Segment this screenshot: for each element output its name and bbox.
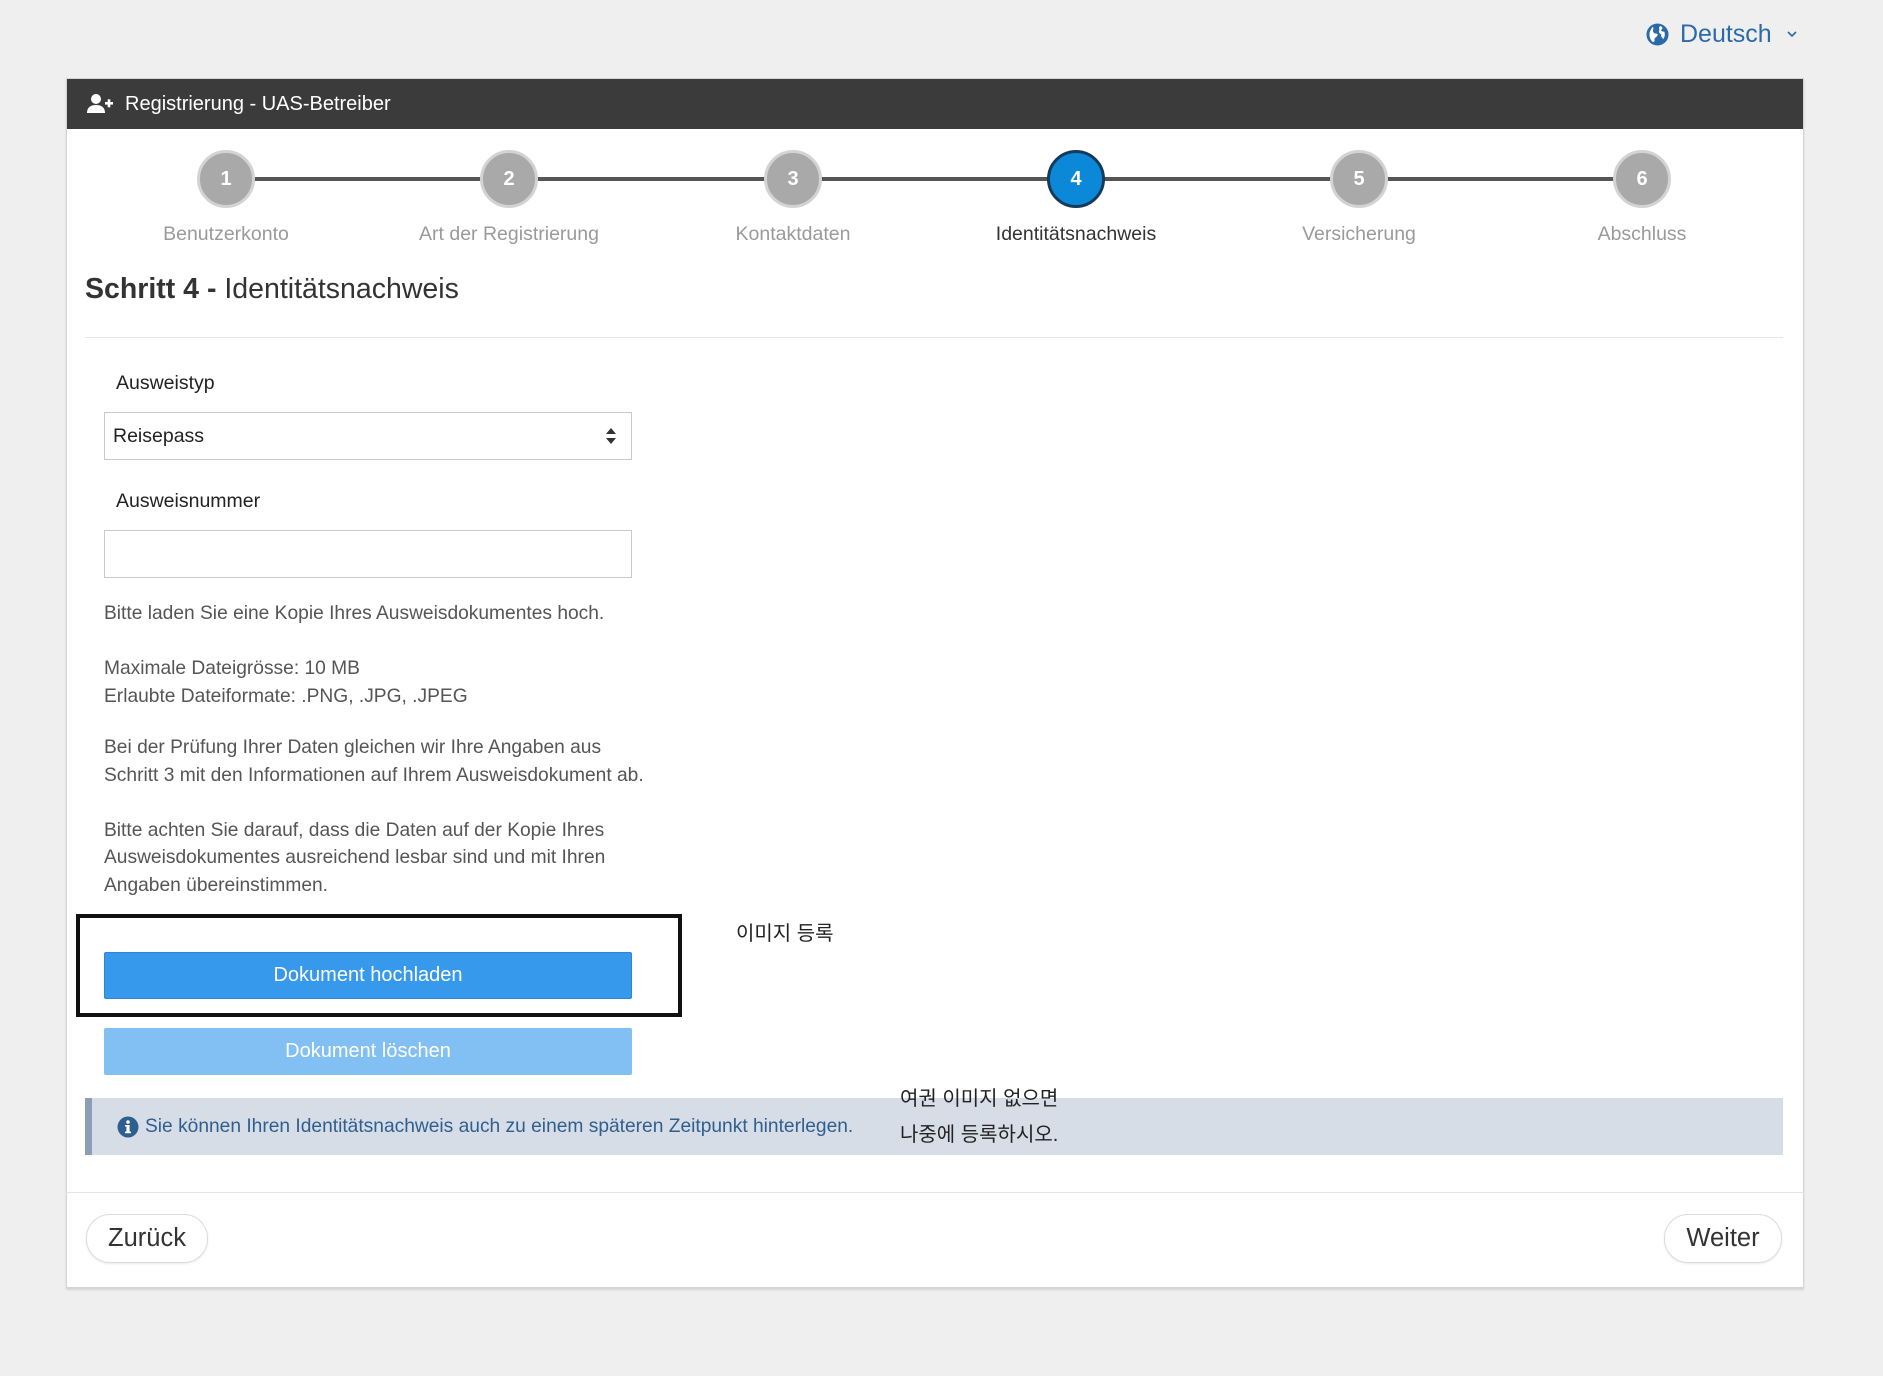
globe-icon (1646, 22, 1669, 46)
step-kontaktdaten: 3 Kontaktdaten (673, 150, 913, 260)
later-annotation-line-2: 나중에 등록하시오. (900, 1124, 1059, 1146)
sort-arrows-icon (606, 428, 616, 444)
step-number: 2 (480, 150, 538, 208)
chevron-down-icon (1787, 31, 1797, 38)
page-title: Schritt 4 - Identitätsnachweis (85, 272, 459, 306)
step-label: Kontaktdaten (735, 223, 851, 245)
step-label: Identitätsnachweis (995, 223, 1157, 245)
step-number: 4 (1047, 150, 1105, 208)
step-number: 6 (1613, 150, 1671, 208)
max-file-size-text: Maximale Dateigrösse: 10 MB (104, 658, 360, 679)
id-number-label: Ausweisnummer (116, 490, 261, 512)
step-number: 5 (1330, 150, 1388, 208)
section-title-text: Identitätsnachweis (224, 273, 459, 305)
id-type-select[interactable]: Reisepass (104, 412, 632, 460)
allowed-formats-text: Erlaubte Dateiformate: .PNG, .JPG, .JPEG (104, 685, 468, 707)
upload-document-button[interactable]: Dokument hochladen (104, 952, 632, 999)
back-button[interactable]: Zurück (86, 1214, 208, 1263)
panel-header: Registrierung - UAS-Betreiber (67, 79, 1803, 129)
later-annotation-line-1: 여권 이미지 없으면 (900, 1088, 1059, 1110)
title-divider (85, 337, 1783, 338)
delete-document-button[interactable]: Dokument löschen (104, 1028, 632, 1075)
id-type-selected-value: Reisepass (113, 425, 205, 447)
step-number: 1 (197, 150, 255, 208)
language-label: Deutsch (1680, 20, 1772, 48)
user-plus-icon (87, 94, 113, 113)
upload-intro-text: Bitte laden Sie eine Kopie Ihres Ausweis… (104, 603, 605, 624)
step-benutzerkonto: 1 Benutzerkonto (106, 150, 346, 260)
step-prefix: Schritt 4 - (85, 273, 217, 305)
footer-divider (66, 1192, 1804, 1193)
id-type-label: Ausweistyp (116, 372, 215, 394)
step-label: Benutzerkonto (163, 223, 289, 245)
readability-note: Bitte achten Sie darauf, dass die Daten … (104, 819, 606, 896)
step-number: 3 (764, 150, 822, 208)
step-label: Abschluss (1597, 223, 1687, 245)
info-icon (117, 1116, 139, 1138)
step-abschluss: 6 Abschluss (1522, 150, 1762, 260)
panel-title: Registrierung - UAS-Betreiber (125, 93, 391, 115)
step-art-der-registrierung: 2 Art der Registrierung (389, 150, 629, 260)
step-versicherung: 5 Versicherung (1239, 150, 1479, 260)
language-selector[interactable]: Deutsch (1646, 16, 1798, 52)
upload-annotation-note: 이미지 등록 (736, 923, 834, 945)
step-label: Art der Registrierung (419, 223, 599, 245)
next-button[interactable]: Weiter (1664, 1214, 1782, 1263)
step-identitaetsnachweis: 4 Identitätsnachweis (956, 150, 1196, 260)
step-label: Versicherung (1302, 223, 1416, 245)
id-number-input[interactable] (104, 530, 632, 578)
info-alert-text: Sie können Ihren Identitätsnachweis auch… (145, 1116, 854, 1137)
data-check-note: Bei der Prüfung Ihrer Daten gleichen wir… (104, 737, 644, 786)
